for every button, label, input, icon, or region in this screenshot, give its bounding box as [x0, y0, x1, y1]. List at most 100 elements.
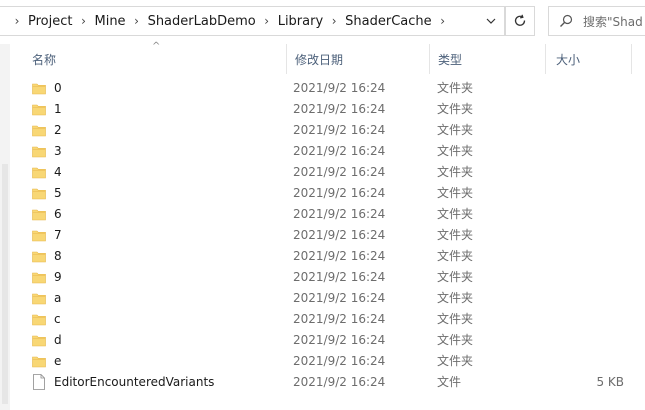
file-date: 2021/9/2 16:24	[293, 143, 386, 158]
file-date: 2021/9/2 16:24	[293, 185, 386, 200]
folder-icon	[32, 291, 46, 305]
column-header-type[interactable]: 类型	[428, 44, 546, 74]
file-name: 9	[54, 269, 62, 284]
column-header-name[interactable]: 名称 ^	[22, 41, 287, 74]
folder-icon	[32, 249, 46, 263]
column-header-size[interactable]: 大小	[546, 44, 632, 74]
file-size: 5 KB	[596, 374, 624, 389]
address-bar-row: › Project › Mine › ShaderLabDemo › Library › Shad…	[0, 0, 645, 44]
file-type: 文件夹	[437, 102, 474, 116]
sort-ascending-icon: ^	[152, 41, 161, 52]
file-name-cell: a	[32, 287, 61, 308]
refresh-button[interactable]	[505, 6, 535, 36]
file-date: 2021/9/2 16:24	[293, 374, 386, 389]
file-name: EditorEncounteredVariants	[54, 374, 215, 389]
file-row[interactable]: d 2021/9/2 16:24 文件夹	[22, 329, 645, 350]
column-label-size: 大小	[556, 52, 581, 67]
file-type: 文件夹	[437, 186, 474, 200]
file-icon	[32, 373, 46, 390]
file-row[interactable]: 3 2021/9/2 16:24 文件夹	[22, 140, 645, 161]
file-row[interactable]: 7 2021/9/2 16:24 文件夹	[22, 224, 645, 245]
file-name: d	[54, 332, 62, 347]
file-name: 7	[54, 227, 62, 242]
file-date: 2021/9/2 16:24	[293, 206, 386, 221]
breadcrumb-item[interactable]: Library	[276, 14, 325, 29]
column-label-type: 类型	[438, 52, 463, 67]
file-name-cell: 6	[32, 203, 62, 224]
file-type: 文件夹	[437, 165, 474, 179]
folder-icon	[32, 207, 46, 221]
folder-icon	[32, 270, 46, 284]
folder-icon	[32, 312, 46, 326]
file-date: 2021/9/2 16:24	[293, 80, 386, 95]
breadcrumb-item[interactable]: ShaderLabDemo	[146, 14, 258, 29]
file-name: 1	[54, 101, 62, 116]
folder-icon	[32, 81, 46, 95]
file-row[interactable]: c 2021/9/2 16:24 文件夹	[22, 308, 645, 329]
address-dropdown-button[interactable]	[477, 7, 504, 35]
file-row[interactable]: 2 2021/9/2 16:24 文件夹	[22, 119, 645, 140]
file-row[interactable]: 5 2021/9/2 16:24 文件夹	[22, 182, 645, 203]
file-name: a	[54, 290, 62, 305]
file-date: 2021/9/2 16:24	[293, 290, 386, 305]
breadcrumb-separator-icon[interactable]: ›	[74, 14, 92, 28]
file-type: 文件夹	[437, 123, 474, 137]
file-row[interactable]: 9 2021/9/2 16:24 文件夹	[22, 266, 645, 287]
breadcrumb-separator-icon[interactable]: ›	[325, 14, 343, 28]
folder-icon	[32, 333, 46, 347]
folder-icon	[32, 102, 46, 116]
file-date: 2021/9/2 16:24	[293, 353, 386, 368]
file-type: 文件夹	[437, 207, 474, 221]
file-type: 文件夹	[437, 333, 474, 347]
breadcrumb-item[interactable]: Project	[26, 14, 74, 29]
search-icon	[549, 14, 583, 28]
search-box[interactable]: 搜索"Shad	[548, 6, 645, 36]
file-row[interactable]: a 2021/9/2 16:24 文件夹	[22, 287, 645, 308]
scrollbar-thumb[interactable]	[2, 164, 8, 404]
breadcrumb-separator-icon[interactable]: ›	[8, 14, 26, 28]
file-name-cell: 3	[32, 140, 62, 161]
breadcrumb-item[interactable]: ShaderCache	[343, 14, 433, 29]
file-row[interactable]: 4 2021/9/2 16:24 文件夹	[22, 161, 645, 182]
file-date: 2021/9/2 16:24	[293, 311, 386, 326]
file-date: 2021/9/2 16:24	[293, 248, 386, 263]
search-placeholder[interactable]: 搜索"Shad	[583, 13, 643, 30]
breadcrumb-separator-icon[interactable]: ›	[258, 14, 276, 28]
file-name-cell: d	[32, 329, 62, 350]
left-scrollbar[interactable]	[0, 44, 10, 410]
file-name-cell: 8	[32, 245, 62, 266]
address-bar[interactable]: › Project › Mine › ShaderLabDemo › Library › Shad…	[0, 6, 505, 36]
file-row[interactable]: e 2021/9/2 16:24 文件夹	[22, 350, 645, 371]
breadcrumb-separator-icon[interactable]: ›	[128, 14, 146, 28]
folder-icon	[32, 144, 46, 158]
file-type: 文件夹	[437, 291, 474, 305]
column-header-date[interactable]: 修改日期	[285, 44, 430, 74]
file-row[interactable]: 0 2021/9/2 16:24 文件夹	[22, 77, 645, 98]
file-name-cell: 9	[32, 266, 62, 287]
file-date: 2021/9/2 16:24	[293, 164, 386, 179]
file-type: 文件夹	[437, 81, 474, 95]
file-name: 0	[54, 80, 62, 95]
file-row[interactable]: EditorEncounteredVariants 2021/9/2 16:24 文…	[22, 371, 645, 392]
file-name: 2	[54, 122, 62, 137]
file-name-cell: EditorEncounteredVariants	[32, 371, 214, 392]
file-name-cell: 4	[32, 161, 62, 182]
folder-icon	[32, 228, 46, 242]
file-name-cell: c	[32, 308, 61, 329]
file-type: 文件夹	[437, 270, 474, 284]
file-date: 2021/9/2 16:24	[293, 122, 386, 137]
file-name: 4	[54, 164, 62, 179]
file-row[interactable]: 1 2021/9/2 16:24 文件夹	[22, 98, 645, 119]
folder-icon	[32, 354, 46, 368]
file-name-cell: 2	[32, 119, 62, 140]
file-type: 文件夹	[437, 228, 474, 242]
file-row[interactable]: 6 2021/9/2 16:24 文件夹	[22, 203, 645, 224]
folder-icon	[32, 186, 46, 200]
folder-icon	[32, 165, 46, 179]
file-row[interactable]: 8 2021/9/2 16:24 文件夹	[22, 245, 645, 266]
column-header-row: 名称 ^ 修改日期 类型 大小	[22, 41, 645, 74]
file-name: e	[54, 353, 62, 368]
file-date: 2021/9/2 16:24	[293, 227, 386, 242]
breadcrumb-separator-icon[interactable]: ›	[434, 14, 452, 28]
breadcrumb-item[interactable]: Mine	[92, 14, 127, 29]
